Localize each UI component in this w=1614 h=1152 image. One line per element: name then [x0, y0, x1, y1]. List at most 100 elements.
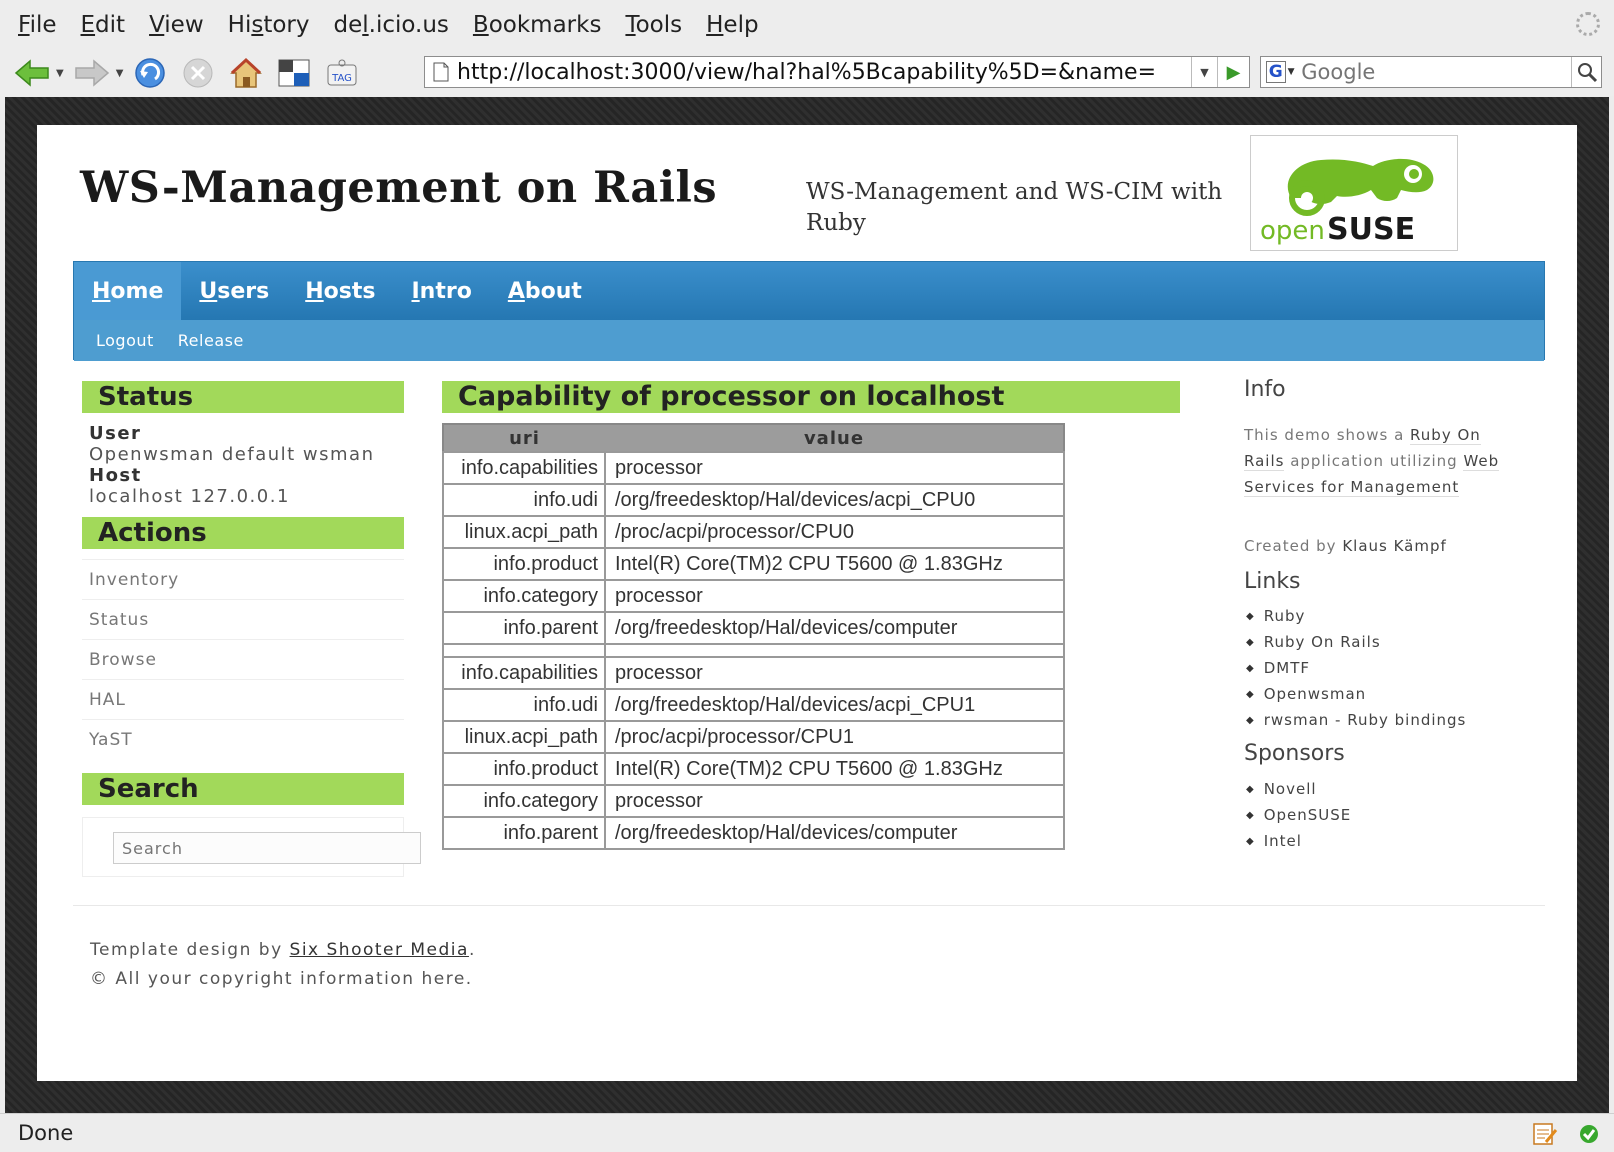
table-row — [442, 643, 1065, 658]
value-cell: Intel(R) Core(TM)2 CPU T5600 @ 1.83GHz — [604, 547, 1065, 581]
actions-heading: Actions — [82, 517, 404, 549]
table-row: info.udi/org/freedesktop/Hal/devices/acp… — [442, 483, 1065, 517]
menu-item[interactable]: History — [228, 12, 310, 38]
nav-label: ome — [110, 278, 164, 304]
sponsor-link[interactable]: Novell — [1246, 776, 1351, 802]
menu-item[interactable]: File — [18, 12, 57, 38]
nav-label: bout — [524, 278, 582, 304]
action-link[interactable]: Browse — [82, 639, 404, 679]
table-row: info.category processor — [442, 579, 1065, 613]
stop-icon[interactable] — [181, 56, 215, 90]
forward-arrow-icon[interactable] — [74, 56, 110, 90]
menu-item[interactable]: Tools — [625, 12, 682, 38]
svg-text:TAG: TAG — [332, 73, 353, 84]
links-list: RubyRuby On RailsDMTFOpenwsmanrwsman - R… — [1246, 603, 1466, 733]
info-heading: Info — [1244, 377, 1286, 402]
nav-tab[interactable]: About — [490, 262, 600, 320]
address-bar[interactable]: http://localhost:3000/view/hal?hal%5Bcap… — [424, 56, 1250, 88]
uri-cell: info.product — [442, 752, 606, 786]
uri-cell: info.category — [442, 784, 606, 818]
site-title[interactable]: WS-Management on Rails — [80, 163, 717, 213]
check-icon[interactable] — [1578, 1123, 1600, 1149]
menu-item[interactable]: View — [149, 12, 204, 38]
browser-search-input[interactable] — [1299, 59, 1572, 85]
nav-label: osts — [323, 278, 376, 304]
magnifier-icon[interactable] — [1571, 57, 1601, 87]
nav-tab[interactable]: Home — [74, 262, 182, 320]
nav-accesskey: H — [92, 278, 111, 304]
menu-item[interactable]: del.icio.us — [334, 12, 449, 38]
forward-dropdown-icon[interactable]: ▼ — [116, 68, 124, 79]
google-icon[interactable]: G ▼ — [1261, 57, 1299, 87]
url-history-dropdown-icon[interactable]: ▼ — [1191, 57, 1217, 87]
page-heading: Capability of processor on localhost — [442, 381, 1180, 413]
sidebar-link[interactable]: rwsman - Ruby bindings — [1246, 707, 1466, 733]
browser-statusbar: Done — [0, 1113, 1614, 1152]
nav-accesskey: H — [305, 278, 324, 304]
uri-cell: info.capabilities — [442, 656, 606, 690]
secondary-nav: Logout Release — [74, 320, 1544, 361]
menu-label-part: ools — [635, 12, 683, 38]
sidebar-link[interactable]: Ruby On Rails — [1246, 629, 1466, 655]
menu-item[interactable]: Help — [706, 12, 758, 38]
uri-cell — [442, 643, 606, 658]
menu-label-part: tory — [263, 12, 310, 38]
secondary-nav-link[interactable]: Logout — [96, 331, 154, 350]
opensuse-logo[interactable]: open SUSE — [1250, 135, 1458, 251]
table-row: info.capabilities processor — [442, 656, 1065, 690]
back-dropdown-icon[interactable]: ▼ — [56, 68, 64, 79]
table-row: info.category processor — [442, 784, 1065, 818]
table-row: linux.acpi_path/proc/acpi/processor/CPU1 — [442, 720, 1065, 754]
sponsor-link[interactable]: OpenSUSE — [1246, 802, 1351, 828]
home-icon[interactable] — [229, 56, 263, 90]
back-arrow-icon[interactable] — [14, 56, 50, 90]
tag-icon[interactable]: TAG — [325, 56, 359, 90]
author-link[interactable]: Klaus Kämpf — [1342, 537, 1446, 555]
nav-tab[interactable]: Hosts — [287, 262, 393, 320]
menu-label-part: elp — [723, 12, 759, 38]
notes-icon[interactable] — [1532, 1122, 1558, 1150]
menu-label-part: dit — [95, 12, 126, 38]
page-icon — [433, 62, 449, 82]
menu-label-part: ookmarks — [488, 12, 602, 38]
six-shooter-media-link[interactable]: Six Shooter Media — [290, 940, 469, 960]
search-input[interactable] — [113, 832, 421, 864]
host-value: localhost 127.0.0.1 — [89, 486, 290, 507]
menu-label-part: de — [333, 12, 363, 38]
action-link[interactable]: Inventory — [82, 559, 404, 599]
action-link[interactable]: YaST — [82, 719, 404, 759]
user-label: User — [89, 423, 142, 444]
sidebar-link[interactable]: Ruby — [1246, 603, 1466, 629]
menu-item[interactable]: Bookmarks — [473, 12, 602, 38]
table-row: info.parent/org/freedesktop/Hal/devices/… — [442, 611, 1065, 645]
value-cell: processor — [604, 579, 1065, 613]
go-icon[interactable]: ▶ — [1217, 57, 1249, 87]
capability-table: uri value info.capabilities processor info… — [442, 423, 1065, 850]
host-label: Host — [89, 465, 142, 486]
uri-cell: info.parent — [442, 816, 606, 850]
value-cell: /proc/acpi/processor/CPU0 — [604, 515, 1065, 549]
created-by-pre: Created by — [1244, 537, 1343, 555]
sidebar-link[interactable]: Openwsman — [1246, 681, 1466, 707]
value-cell: processor — [604, 451, 1065, 485]
menu-label-part: Hi — [227, 12, 252, 38]
sponsor-link[interactable]: Intel — [1246, 828, 1351, 854]
menu-accesskey: H — [706, 12, 724, 38]
info-text: This demo shows a Ruby On Rails applicat… — [1244, 422, 1514, 500]
reload-icon[interactable] — [133, 56, 167, 90]
secondary-nav-link[interactable]: Release — [178, 331, 244, 350]
menu-item[interactable]: Edit — [81, 12, 126, 38]
url-text[interactable]: http://localhost:3000/view/hal?hal%5Bcap… — [457, 60, 1191, 85]
nav-tab[interactable]: Users — [181, 262, 287, 320]
sidebar-link[interactable]: DMTF — [1246, 655, 1466, 681]
menu-accesskey: V — [149, 12, 165, 38]
tab-icon[interactable] — [277, 56, 311, 90]
menu-accesskey: B — [472, 12, 489, 38]
status-heading: Status — [82, 381, 404, 413]
site-navigation: Home Users Hosts Intro About Logout Release — [73, 261, 1545, 361]
action-link[interactable]: HAL — [82, 679, 404, 719]
action-link[interactable]: Status — [82, 599, 404, 639]
nav-tab[interactable]: Intro — [393, 262, 489, 320]
logo-text-open: open — [1260, 216, 1325, 246]
footer-credit: Template design by Six Shooter Media. — [90, 940, 476, 960]
